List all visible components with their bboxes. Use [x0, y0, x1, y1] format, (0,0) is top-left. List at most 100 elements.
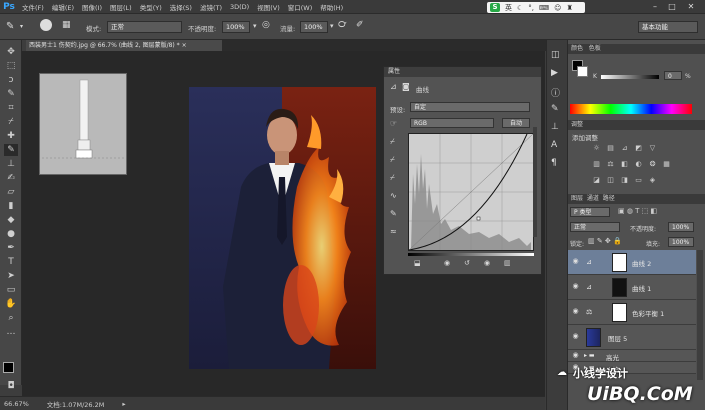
- invert-icon[interactable]: ◪: [592, 176, 601, 184]
- ime-toolbar[interactable]: S 英 ☾ °, ⌨ ☺ ♜: [487, 2, 585, 13]
- reset-icon[interactable]: ↺: [464, 259, 470, 267]
- menu-view[interactable]: 视图(V): [253, 2, 284, 12]
- healing-tool-icon[interactable]: ✚: [4, 130, 18, 142]
- brush-panel-icon[interactable]: ▦: [62, 20, 71, 30]
- auto-button[interactable]: 自动: [502, 118, 530, 128]
- layer-filter-select[interactable]: P 类型: [570, 207, 610, 217]
- adjustments-tab[interactable]: 调整: [568, 120, 705, 130]
- properties-tab[interactable]: 属性: [384, 67, 541, 77]
- eyedropper-white-icon[interactable]: ⌿: [390, 173, 395, 183]
- crop-tool-icon[interactable]: ⌗: [4, 102, 18, 114]
- layer-mask-thumbnail[interactable]: [612, 303, 627, 322]
- lasso-tool-icon[interactable]: ↄ: [4, 74, 18, 86]
- threshold-icon[interactable]: ◨: [620, 176, 629, 184]
- character-icon[interactable]: A: [551, 140, 557, 150]
- menu-type[interactable]: 类型(Y): [136, 2, 166, 12]
- brightness-icon[interactable]: ☼: [592, 144, 601, 152]
- menu-3d[interactable]: 3D(D): [226, 3, 253, 11]
- menu-image[interactable]: 图像(I): [78, 2, 106, 12]
- zoom-tool-icon[interactable]: ⌕: [4, 312, 18, 324]
- airbrush-icon[interactable]: ℺: [338, 20, 346, 30]
- blend-mode-select[interactable]: 正常: [570, 222, 620, 232]
- vibrance-icon[interactable]: ▽: [648, 144, 657, 152]
- workspace-select[interactable]: 基本功能: [638, 21, 698, 33]
- color-spectrum[interactable]: [570, 104, 692, 114]
- chevron-down-icon[interactable]: ▾: [330, 22, 334, 30]
- marquee-tool-icon[interactable]: ⬚: [4, 60, 18, 72]
- ime-lang[interactable]: 英: [505, 3, 512, 13]
- layer-mask-thumbnail[interactable]: [612, 253, 627, 272]
- pressure-opacity-icon[interactable]: ◎: [262, 20, 270, 30]
- curves-icon[interactable]: ⊿: [620, 144, 629, 152]
- eye-icon[interactable]: ◉: [571, 282, 580, 291]
- eye-icon[interactable]: ◉: [571, 332, 580, 341]
- eraser-tool-icon[interactable]: ▱: [4, 186, 18, 198]
- eye-icon[interactable]: ◉: [571, 257, 580, 266]
- history-icon[interactable]: ◫: [551, 50, 560, 60]
- mode-select[interactable]: 正常: [107, 21, 182, 33]
- dodge-tool-icon[interactable]: ●: [4, 228, 18, 240]
- k-slider[interactable]: [601, 75, 659, 79]
- properties-scrollbar[interactable]: [533, 127, 537, 237]
- quick-select-tool-icon[interactable]: ✎: [4, 88, 18, 100]
- exposure-icon[interactable]: ◩: [634, 144, 643, 152]
- tab-swatches[interactable]: 色板: [589, 45, 601, 52]
- history-brush-tool-icon[interactable]: ✍: [4, 172, 18, 184]
- pressure-size-icon[interactable]: ✐: [356, 20, 364, 30]
- layer-row[interactable]: ◉ ⚖ 色彩平衡 1: [568, 300, 696, 325]
- info-icon[interactable]: ⓘ: [551, 86, 560, 99]
- black-white-icon[interactable]: ◧: [620, 160, 629, 168]
- layer-row[interactable]: ◉ ⊿ 曲线 2: [568, 250, 696, 275]
- delete-icon[interactable]: ▥: [504, 259, 511, 267]
- close-tab-icon[interactable]: ×: [182, 42, 187, 49]
- hand-target-icon[interactable]: ☞: [390, 119, 397, 128]
- minimize-button[interactable]: –: [648, 2, 662, 12]
- lock-icons[interactable]: ▥ ✎ ✥ 🔒: [588, 237, 622, 245]
- close-window-button[interactable]: ✕: [684, 2, 698, 12]
- menu-file[interactable]: 文件(F): [18, 2, 48, 12]
- color-balance-icon[interactable]: ⚖: [606, 160, 615, 168]
- flow-input[interactable]: 100%: [300, 21, 328, 33]
- menu-edit[interactable]: 编辑(E): [48, 2, 78, 12]
- preset-select[interactable]: 自定: [410, 102, 530, 112]
- eye-icon[interactable]: ◉: [571, 351, 580, 360]
- layer-opacity-input[interactable]: 100%: [668, 222, 694, 232]
- layer-group-row[interactable]: ◉ ▸ ▬ 高光: [568, 350, 696, 362]
- opacity-input[interactable]: 100%: [222, 21, 250, 33]
- eye-icon[interactable]: ◉: [571, 307, 580, 316]
- gradient-tool-icon[interactable]: ▮: [4, 200, 18, 212]
- clip-to-layer-icon[interactable]: ⬓: [414, 259, 421, 267]
- photo-filter-icon[interactable]: ◐: [634, 160, 643, 168]
- path-select-tool-icon[interactable]: ➤: [4, 270, 18, 282]
- tab-layers[interactable]: 图层: [571, 195, 583, 202]
- visibility-icon[interactable]: ◉: [484, 259, 490, 267]
- hue-saturation-icon[interactable]: ▥: [592, 160, 601, 168]
- document-tab[interactable]: 西装男士1 伤契约.jpg @ 66.7% (曲线 2, 图层蒙版/8) * ×: [26, 40, 222, 51]
- zoom-level[interactable]: 66.67%: [4, 400, 29, 408]
- moon-icon[interactable]: ☾: [517, 4, 523, 12]
- chevron-down-icon[interactable]: ▾: [20, 23, 23, 30]
- tab-channels[interactable]: 通道: [587, 195, 599, 202]
- brush-tool-icon[interactable]: ✎: [6, 21, 14, 32]
- folder-icon[interactable]: ▸ ▬: [584, 352, 595, 359]
- curve-edit-icon[interactable]: ∿: [390, 191, 397, 200]
- channel-mixer-icon[interactable]: ❂: [648, 160, 657, 168]
- color-lookup-icon[interactable]: ▦: [662, 160, 671, 168]
- channel-select[interactable]: RGB: [410, 118, 494, 128]
- shirt-icon[interactable]: ♜: [566, 4, 572, 12]
- fill-input[interactable]: 100%: [668, 237, 694, 247]
- k-value[interactable]: 0: [664, 71, 682, 80]
- layers-scrollbar[interactable]: [697, 250, 703, 380]
- punct-icon[interactable]: °,: [528, 4, 534, 12]
- user-icon[interactable]: ☺: [554, 4, 561, 12]
- layer-mask-icon[interactable]: ◙: [402, 82, 410, 91]
- layer-mask-thumbnail[interactable]: [612, 278, 627, 297]
- layer-row[interactable]: ◉ 图层 5: [568, 325, 696, 350]
- levels-icon[interactable]: ▤: [606, 144, 615, 152]
- menu-filter[interactable]: 滤镜(T): [196, 2, 226, 12]
- maximize-button[interactable]: □: [665, 2, 679, 12]
- status-arrow-icon[interactable]: ▸: [122, 400, 125, 408]
- layer-row[interactable]: ◉ ⊿ 曲线 1: [568, 275, 696, 300]
- pen-tool-icon[interactable]: ✒: [4, 242, 18, 254]
- move-tool-icon[interactable]: ✥: [4, 46, 18, 58]
